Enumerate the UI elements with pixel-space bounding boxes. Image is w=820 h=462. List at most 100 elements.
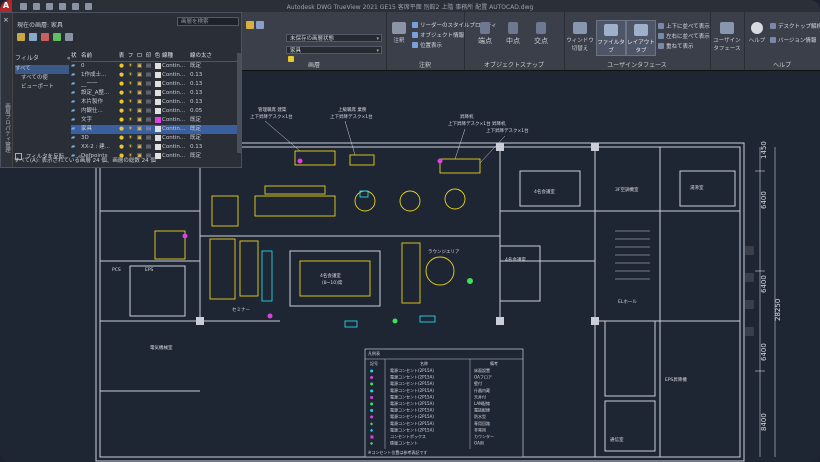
color-swatch[interactable] [153, 125, 162, 134]
lightbulb-icon[interactable]: ● [117, 98, 126, 107]
layer-name[interactable]: 内観仕... [81, 107, 117, 116]
layer-linetype[interactable]: Contin... [162, 116, 190, 125]
layer-name[interactable]: 木片製作 [81, 98, 117, 107]
lock-icon[interactable]: ▣ [135, 80, 144, 89]
layer-row[interactable]: ▰ 0 ● ☀ ▣ ▤ Contin... 既定 [71, 62, 237, 71]
layer-state-icon[interactable] [256, 21, 264, 29]
lightbulb-icon[interactable]: ● [117, 134, 126, 143]
printer-icon[interactable]: ▤ [144, 71, 153, 80]
layer-properties-icon[interactable] [246, 21, 254, 29]
help-button[interactable]: ヘルプ [746, 22, 768, 44]
lock-icon[interactable]: ▣ [135, 116, 144, 125]
layer-lineweight[interactable]: 0.13 [190, 71, 216, 80]
layer-status-icon[interactable]: ▰ [71, 143, 81, 152]
zoom-icon[interactable] [745, 273, 754, 282]
color-swatch[interactable] [153, 116, 162, 125]
layer-row[interactable]: ▰ 内観仕... ● ☀ ▣ ▤ Contin... 0.05 [71, 107, 237, 116]
file-tab-button[interactable]: ファイルタブ [596, 20, 626, 56]
version-info-button[interactable]: バージョン情報 [770, 36, 816, 44]
printer-icon[interactable]: ▤ [144, 98, 153, 107]
layer-status-icon[interactable]: ▰ [71, 62, 81, 71]
layer-status-icon[interactable]: ▰ [71, 116, 81, 125]
lock-icon[interactable]: ▣ [135, 62, 144, 71]
layer-status-icon[interactable]: ▰ [71, 107, 81, 116]
layer-search-input[interactable]: 画層を検索 [177, 17, 239, 26]
midpoint-snap-button[interactable]: 中点 [502, 22, 524, 46]
color-swatch[interactable] [153, 107, 162, 116]
lock-icon[interactable]: ▣ [135, 89, 144, 98]
user-interface-button[interactable]: ユーザインタフェース [712, 22, 742, 52]
printer-icon[interactable]: ▤ [144, 116, 153, 125]
layer-linetype[interactable]: Contin... [162, 143, 190, 152]
layer-status-icon[interactable]: ▰ [71, 71, 81, 80]
close-icon[interactable]: × [3, 16, 9, 24]
intersection-snap-button[interactable]: 交点 [530, 22, 552, 46]
layer-name[interactable]: 1作成士... [81, 71, 117, 80]
color-swatch[interactable] [153, 143, 162, 152]
printer-icon[interactable]: ▤ [144, 80, 153, 89]
tile-horizontal-button[interactable]: 上下に並べて表示 [658, 22, 710, 30]
lightbulb-icon[interactable]: ● [117, 80, 126, 89]
printer-icon[interactable]: ▤ [144, 143, 153, 152]
sun-icon[interactable]: ☀ [126, 98, 135, 107]
lock-icon[interactable]: ▣ [135, 125, 144, 134]
lock-icon[interactable]: ▣ [135, 134, 144, 143]
sun-icon[interactable]: ☀ [126, 107, 135, 116]
annotation-button[interactable]: 注釈 [389, 22, 409, 44]
layer-linetype[interactable]: Contin... [162, 89, 190, 98]
filter-tree-item[interactable]: すべての使 [15, 74, 69, 83]
sun-icon[interactable]: ☀ [126, 89, 135, 98]
layer-lineweight[interactable]: 0.13 [190, 80, 216, 89]
layer-linetype[interactable]: Contin... [162, 134, 190, 143]
printer-icon[interactable]: ▤ [144, 89, 153, 98]
layer-lineweight[interactable]: 0.13 [190, 89, 216, 98]
layer-lineweight[interactable]: 既定 [190, 152, 216, 161]
lock-icon[interactable]: ▣ [135, 71, 144, 80]
position-display-button[interactable]: 位置表示 [412, 41, 442, 49]
palette-side-bar[interactable]: × 画層プロパティ管理 [1, 13, 13, 167]
lightbulb-icon[interactable]: ● [117, 116, 126, 125]
sun-icon[interactable]: ☀ [126, 71, 135, 80]
sun-icon[interactable]: ☀ [126, 143, 135, 152]
layer-lineweight[interactable]: 0.05 [190, 107, 216, 116]
tile-vertical-button[interactable]: 左右に並べて表示 [658, 32, 710, 40]
layer-lineweight[interactable]: 既定 [190, 125, 216, 134]
layer-lineweight[interactable]: 既定 [190, 116, 216, 125]
object-info-button[interactable]: オブジェクト情報 [412, 31, 464, 39]
sun-icon[interactable]: ☀ [126, 80, 135, 89]
layer-lineweight[interactable]: 0.13 [190, 98, 216, 107]
color-swatch[interactable] [153, 98, 162, 107]
color-swatch[interactable] [153, 89, 162, 98]
filter-tree-item[interactable]: すべて [15, 65, 69, 74]
layer-row[interactable]: ▰ XX-2 : 建... ● ☀ ▣ ▤ Contin... 0.13 [71, 143, 237, 152]
layer-lineweight[interactable]: 0.13 [190, 143, 216, 152]
layer-row[interactable]: ▰ 設定_A整... ● ☀ ▣ ▤ Contin... 0.13 [71, 89, 237, 98]
sun-icon[interactable]: ☀ [126, 116, 135, 125]
layer-linetype[interactable]: Contin... [162, 71, 190, 80]
showmotion-icon[interactable] [745, 327, 754, 336]
printer-icon[interactable]: ▤ [144, 134, 153, 143]
layer-row[interactable]: ▰ 3D ● ☀ ▣ ▤ Contin... 既定 [71, 134, 237, 143]
layer-name[interactable]: 0 [81, 62, 117, 71]
pan-icon[interactable] [745, 246, 754, 255]
layer-row[interactable]: ▰ 木片製作 ● ☀ ▣ ▤ Contin... 0.13 [71, 98, 237, 107]
sun-icon[interactable]: ☀ [126, 62, 135, 71]
layer-status-icon[interactable]: ▰ [71, 80, 81, 89]
layer-row[interactable]: ▰ 1作成士... ● ☀ ▣ ▤ Contin... 0.13 [71, 71, 237, 80]
layer-status-icon[interactable]: ▰ [71, 134, 81, 143]
endpoint-snap-button[interactable]: 端点 [474, 22, 496, 46]
layer-name[interactable]: 3D [81, 134, 117, 143]
layer-lineweight[interactable]: 既定 [190, 134, 216, 143]
layout-tab-button[interactable]: レイアウトタブ [626, 20, 656, 56]
new-layer-icon[interactable] [17, 33, 25, 41]
color-swatch[interactable] [153, 134, 162, 143]
lightbulb-icon[interactable]: ● [117, 62, 126, 71]
layer-status-icon[interactable]: ▰ [71, 98, 81, 107]
layer-linetype[interactable]: Contin... [162, 98, 190, 107]
printer-icon[interactable]: ▤ [144, 107, 153, 116]
switch-window-button[interactable]: ウィンドウ切替え [566, 22, 594, 52]
layer-name[interactable]: 設定_A整... [81, 89, 117, 98]
layer-name[interactable]: XX-2 : 建... [81, 143, 117, 152]
desktop-analytics-button[interactable]: デスクトップ解析 [770, 22, 820, 30]
layer-name[interactable]: 文字 [81, 116, 117, 125]
